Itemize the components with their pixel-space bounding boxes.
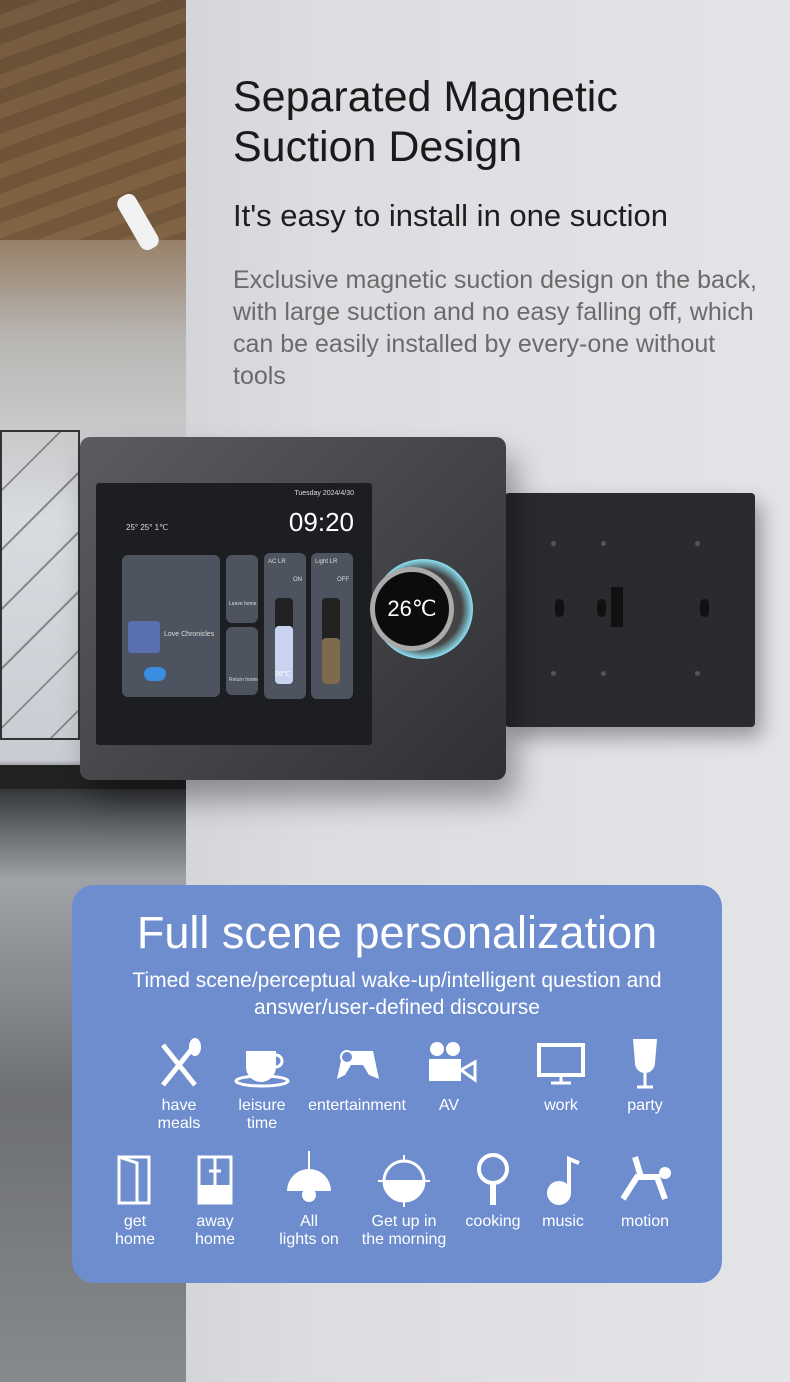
scene-pendant-lamp: All lights on xyxy=(254,1151,364,1249)
scene-panel: Full scene personalization Timed scene/p… xyxy=(72,885,722,1283)
temperature-knob[interactable]: 26℃ xyxy=(368,559,478,659)
light-card[interactable]: Light LR OFF xyxy=(311,553,353,699)
scene-label: party xyxy=(627,1097,663,1114)
door-icon xyxy=(117,1155,151,1205)
gamepad-icon xyxy=(337,1050,379,1079)
fork-spoon-icon xyxy=(161,1038,201,1087)
monitor-icon xyxy=(537,1043,585,1085)
scene-video-camera: AV xyxy=(394,1035,504,1115)
music-note-icon xyxy=(547,1156,580,1205)
magnetic-back-plate xyxy=(505,493,755,727)
scene-label: AV xyxy=(438,1097,460,1114)
subtitle: It's easy to install in one suction xyxy=(233,198,668,233)
description: Exclusive magnetic suction design on the… xyxy=(233,266,757,390)
coffee-cup-icon xyxy=(234,1051,290,1088)
scene-leave-home[interactable]: Leave home xyxy=(229,601,257,607)
sunrise-icon xyxy=(378,1155,430,1207)
scene-label: motion xyxy=(620,1213,670,1230)
pause-button[interactable] xyxy=(144,667,166,681)
scene-motion: motion xyxy=(590,1151,700,1231)
device-screen: Tuesday 2024/4/30 09:20 25° 25° 1℃ Love … xyxy=(96,483,372,745)
smart-panel-device: Tuesday 2024/4/30 09:20 25° 25° 1℃ Love … xyxy=(80,437,506,780)
ac-card[interactable]: AC LR ON 26℃ xyxy=(264,553,306,699)
wine-glass-icon xyxy=(633,1039,657,1089)
panel-title: Full scene personalization xyxy=(136,907,658,958)
video-camera-icon xyxy=(429,1042,477,1083)
scene-return-home[interactable]: Return home xyxy=(229,677,258,683)
screen-date: Tuesday 2024/4/30 xyxy=(294,490,354,497)
screen-time: 09:20 xyxy=(288,507,354,537)
scene-wine-glass: party xyxy=(590,1035,700,1115)
page-title: Separated Magnetic Suction Design xyxy=(233,73,618,171)
music-card: Love Chronicles xyxy=(122,555,220,697)
panel-text: Timed scene/perceptual wake-up/intellige… xyxy=(132,969,662,1019)
scene-label: All lights on xyxy=(279,1213,339,1248)
motion-icon xyxy=(620,1156,671,1201)
pendant-lamp-icon xyxy=(287,1151,331,1202)
scene-label: leisure time xyxy=(238,1097,286,1132)
screen-weather: 25° 25° 1℃ xyxy=(126,523,169,532)
scene-coffee-cup: leisure time xyxy=(207,1035,317,1133)
music-title: Love Chronicles xyxy=(164,631,215,638)
cabinet-icon xyxy=(197,1155,233,1205)
